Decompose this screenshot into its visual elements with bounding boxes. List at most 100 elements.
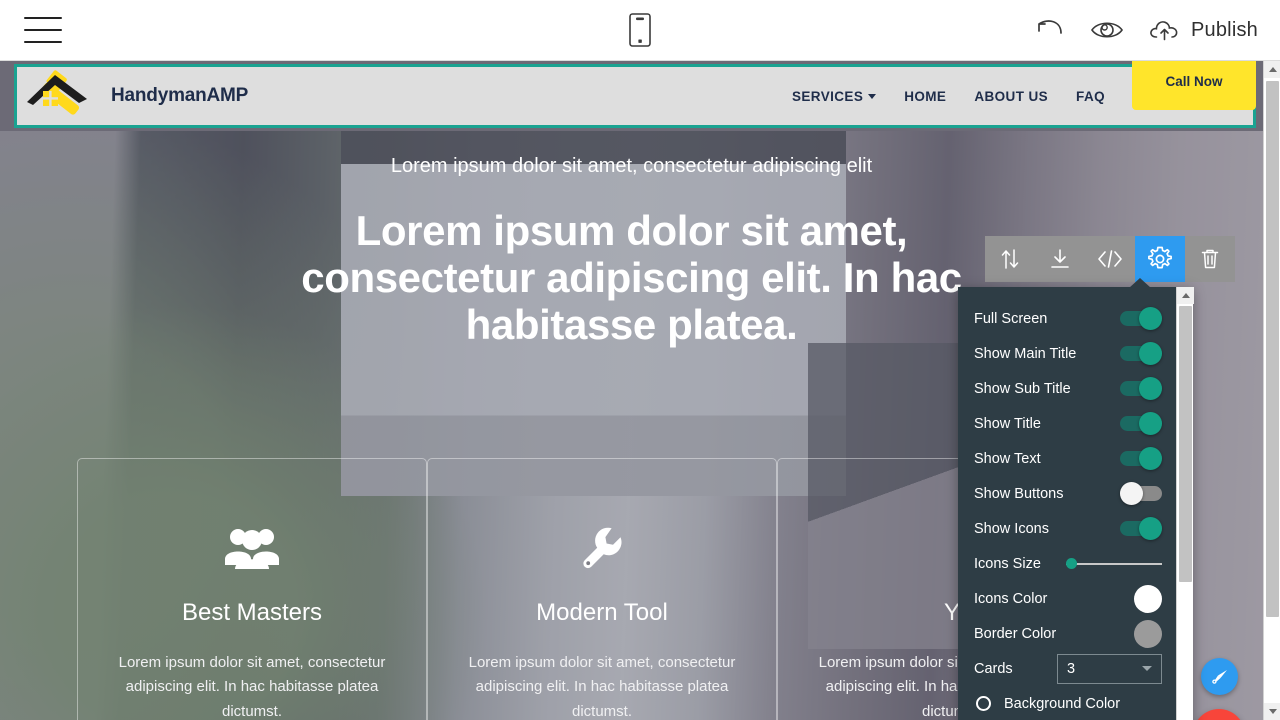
- setting-label: Show Buttons: [974, 485, 1064, 502]
- page-canvas: Lorem ipsum dolor sit amet, consectetur …: [0, 61, 1263, 720]
- nav-link-label: HOME: [904, 88, 947, 104]
- eye-preview-icon[interactable]: [1090, 17, 1124, 43]
- setting-label: Icons Color: [974, 590, 1048, 607]
- toggle-knob: [1139, 517, 1162, 540]
- setting-label: Icons Size: [974, 555, 1041, 572]
- editor-top-bar: Publish: [0, 0, 1280, 61]
- triangle-up-icon: [1268, 67, 1277, 72]
- users-group-icon: [108, 515, 396, 581]
- toggle-show-sub-title[interactable]: [1120, 377, 1162, 400]
- toggle-show-main-title[interactable]: [1120, 342, 1162, 365]
- option-background-color[interactable]: Background Color: [958, 686, 1176, 720]
- toggle-show-text[interactable]: [1120, 447, 1162, 470]
- hero-title[interactable]: Lorem ipsum dolor sit amet, consectetur …: [282, 207, 982, 348]
- block-settings-button[interactable]: [1135, 236, 1185, 282]
- nav-link-label: FAQ: [1076, 88, 1105, 104]
- toggle-knob: [1139, 412, 1162, 435]
- nav-link-label: ABOUT US: [974, 88, 1049, 104]
- toggle-knob: [1120, 482, 1143, 505]
- nav-link-faq[interactable]: FAQ: [1076, 89, 1105, 104]
- site-navbar-block[interactable]: HandymanAMP SERVICES HOME ABOUT US FAQ C…: [14, 61, 1256, 128]
- chevron-down-icon: [868, 93, 877, 99]
- panel-scrollbar[interactable]: [1176, 287, 1194, 720]
- border-color-swatch[interactable]: [1134, 619, 1162, 648]
- toggle-show-icons[interactable]: [1120, 517, 1162, 540]
- setting-label: Show Text: [974, 450, 1041, 467]
- setting-full-screen[interactable]: Full Screen: [958, 301, 1176, 336]
- block-settings-panel: Full Screen Show Main Title Show Sub Tit…: [958, 278, 1194, 720]
- scroll-down-icon[interactable]: [1264, 703, 1280, 720]
- brand-logo-link[interactable]: HandymanAMP: [21, 69, 248, 123]
- scroll-up-icon[interactable]: [1264, 61, 1280, 78]
- site-nav-links: SERVICES HOME ABOUT US FAQ: [792, 89, 1105, 104]
- edit-code-button[interactable]: [1085, 236, 1135, 282]
- toggle-knob: [1139, 447, 1162, 470]
- radio-background-color[interactable]: [976, 696, 991, 711]
- panel-scroll-area: Full Screen Show Main Title Show Sub Tit…: [958, 287, 1176, 720]
- slider-handle[interactable]: [1066, 558, 1077, 569]
- setting-icons-size[interactable]: Icons Size: [958, 546, 1176, 581]
- triangle-down-icon: [1268, 709, 1277, 714]
- option-label: Background Color: [1004, 695, 1121, 712]
- hero-card-text: Lorem ipsum dolor sit amet, consectetur …: [118, 654, 386, 720]
- brand-name: HandymanAMP: [111, 85, 249, 106]
- panel-scrollbar-thumb[interactable]: [1179, 306, 1192, 582]
- setting-show-title[interactable]: Show Title: [958, 406, 1176, 441]
- setting-show-icons[interactable]: Show Icons: [958, 511, 1176, 546]
- cloud-upload-icon: [1150, 21, 1178, 41]
- triangle-up-icon: [1181, 293, 1190, 298]
- main-scrollbar-thumb[interactable]: [1266, 81, 1279, 617]
- gear-icon: [1148, 246, 1172, 269]
- nav-link-label: SERVICES: [792, 88, 864, 104]
- hamburger-line: [24, 29, 62, 31]
- hamburger-line: [24, 17, 62, 19]
- handyman-house-hammer-logo: [27, 70, 87, 115]
- setting-label: Full Screen: [974, 310, 1048, 327]
- toggle-show-title[interactable]: [1120, 412, 1162, 435]
- setting-show-text[interactable]: Show Text: [958, 441, 1176, 476]
- undo-icon[interactable]: [1034, 17, 1066, 43]
- setting-label: Show Title: [974, 415, 1041, 432]
- icons-size-slider[interactable]: [1066, 556, 1162, 572]
- setting-show-main-title[interactable]: Show Main Title: [958, 336, 1176, 371]
- publish-button[interactable]: Publish: [1148, 17, 1258, 43]
- delete-block-button[interactable]: [1185, 236, 1235, 282]
- call-now-button[interactable]: Call Now: [1132, 61, 1256, 110]
- move-block-button[interactable]: [985, 236, 1035, 282]
- hero-subtitle[interactable]: Lorem ipsum dolor sit amet, consectetur …: [0, 153, 1263, 179]
- setting-cards[interactable]: Cards 3: [958, 651, 1176, 686]
- publish-label: Publish: [1191, 18, 1258, 41]
- setting-show-sub-title[interactable]: Show Sub Title: [958, 371, 1176, 406]
- icons-color-swatch[interactable]: [1134, 584, 1162, 613]
- hero-card-title: Modern Tool: [536, 599, 668, 626]
- cards-count-value: 3: [1067, 660, 1076, 677]
- up-down-arrows-icon: [1001, 249, 1019, 269]
- hero-card-text: Lorem ipsum dolor sit amet, consectetur …: [468, 654, 736, 720]
- hero-card-title: Best Masters: [181, 599, 323, 626]
- block-toolbar: [985, 236, 1235, 282]
- main-scrollbar[interactable]: [1263, 61, 1280, 720]
- nav-link-about-us[interactable]: ABOUT US: [974, 89, 1048, 104]
- nav-link-home[interactable]: HOME: [904, 89, 946, 104]
- toggle-full-screen[interactable]: [1120, 307, 1162, 330]
- mobile-device-icon[interactable]: [629, 13, 651, 47]
- setting-label: Show Sub Title: [974, 380, 1071, 397]
- code-brackets-icon: [1098, 250, 1122, 268]
- pen-fab[interactable]: [1201, 658, 1238, 695]
- setting-border-color[interactable]: Border Color: [958, 616, 1176, 651]
- hero-card[interactable]: Best Masters Lorem ipsum dolor sit amet,…: [77, 458, 427, 720]
- toggle-knob: [1139, 307, 1162, 330]
- setting-icons-color[interactable]: Icons Color: [958, 581, 1176, 616]
- hamburger-menu-icon[interactable]: [24, 17, 62, 43]
- hero-card[interactable]: Modern Tool Lorem ipsum dolor sit amet, …: [427, 458, 777, 720]
- setting-show-buttons[interactable]: Show Buttons: [958, 476, 1176, 511]
- download-block-button[interactable]: [1035, 236, 1085, 282]
- setting-label: Show Icons: [974, 520, 1049, 537]
- toggle-show-buttons[interactable]: [1120, 482, 1162, 505]
- slider-track: [1066, 562, 1162, 565]
- setting-label: Show Main Title: [974, 345, 1077, 362]
- panel-scroll-up-icon[interactable]: [1177, 287, 1194, 304]
- download-icon: [1051, 249, 1069, 268]
- nav-link-services[interactable]: SERVICES: [792, 88, 877, 104]
- cards-count-select[interactable]: 3: [1057, 653, 1162, 684]
